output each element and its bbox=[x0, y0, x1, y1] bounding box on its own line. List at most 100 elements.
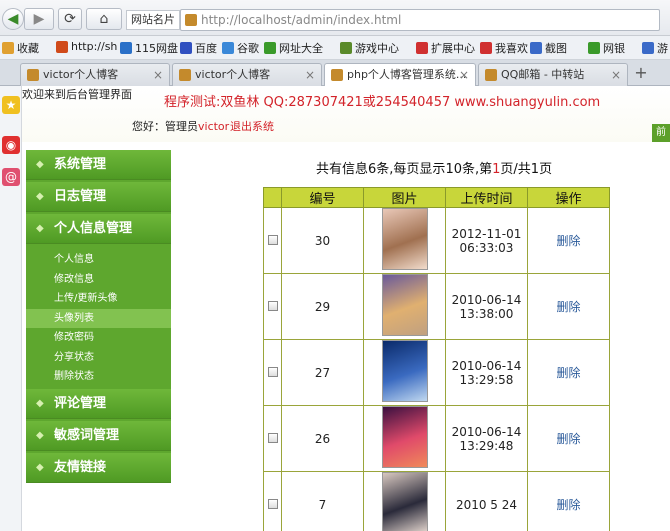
upload-time-clock: 13:29:58 bbox=[459, 372, 514, 387]
row-checkbox[interactable] bbox=[267, 234, 278, 245]
pager-text: 共有信息 bbox=[316, 162, 369, 177]
sidebar-sub-item[interactable]: 分享状态 bbox=[26, 348, 171, 367]
header-right-badge[interactable]: 前 bbox=[652, 124, 670, 142]
delete-link[interactable]: 删除 bbox=[556, 234, 580, 248]
pager-text: 条,第 bbox=[461, 162, 493, 177]
section-arrow-icon: ◆ bbox=[36, 223, 44, 234]
mail-at-icon[interactable]: @ bbox=[2, 168, 20, 186]
delete-link[interactable]: 删除 bbox=[556, 498, 580, 512]
bookmark-item[interactable]: 谷歌 bbox=[222, 40, 259, 56]
sidebar-section-header[interactable]: ◆ 系统管理 bbox=[26, 150, 171, 180]
table-row: 30 2012-11-01 06:33:03 删除 bbox=[263, 207, 610, 274]
site-name-dropdown[interactable]: 网站名片 bbox=[126, 10, 180, 30]
username: victor bbox=[198, 120, 230, 133]
tab-close-icon[interactable]: × bbox=[459, 64, 469, 86]
sidebar-sub-item[interactable]: 上传/更新头像 bbox=[26, 289, 171, 308]
row-action-cell: 删除 bbox=[527, 273, 610, 340]
back-button[interactable]: ◀ bbox=[2, 8, 24, 30]
tab-close-icon[interactable]: × bbox=[611, 64, 621, 86]
bookmark-item[interactable]: 我喜欢 bbox=[480, 40, 528, 56]
browser-tab[interactable]: QQ邮箱 - 中转站 × bbox=[478, 63, 628, 86]
delete-link[interactable]: 删除 bbox=[556, 366, 580, 380]
page-favicon-icon bbox=[185, 14, 197, 26]
tab-title: QQ邮箱 - 中转站 bbox=[501, 68, 585, 81]
table-header-row: 编号 图片 上传时间 操作 bbox=[263, 187, 610, 208]
bookmark-icon bbox=[480, 42, 492, 54]
bookmark-item[interactable]: 扩展中心 bbox=[416, 40, 475, 56]
bookmark-icon bbox=[222, 42, 234, 54]
tab-favicon-icon bbox=[485, 69, 497, 81]
delete-link[interactable]: 删除 bbox=[556, 300, 580, 314]
sidebar-section-header[interactable]: ◆ 评论管理 bbox=[26, 388, 171, 419]
sidebar-section-header[interactable]: ◆ 敏感词管理 bbox=[26, 420, 171, 451]
url-input[interactable]: http://localhost/admin/index.html bbox=[180, 9, 660, 31]
greeting: 您好：管理员victor bbox=[132, 118, 229, 134]
avatar-thumbnail[interactable] bbox=[381, 340, 428, 402]
avatar-thumbnail[interactable] bbox=[381, 472, 428, 531]
home-button[interactable]: ⌂ bbox=[86, 8, 122, 30]
bookmark-item[interactable]: 百度 bbox=[180, 40, 217, 56]
row-id: 29 bbox=[281, 273, 364, 340]
section-arrow-icon: ◆ bbox=[36, 429, 44, 441]
sidebar-sub-item[interactable]: 头像列表 bbox=[26, 308, 171, 328]
row-checkbox[interactable] bbox=[267, 300, 278, 311]
welcome-text: 欢迎来到后台管理界面 bbox=[22, 88, 132, 101]
site-name-label: 网站名片 bbox=[131, 13, 175, 26]
row-checkbox-cell bbox=[263, 273, 282, 340]
header-action: 操作 bbox=[527, 187, 610, 208]
bookmark-item[interactable]: 网址大全 bbox=[264, 40, 323, 56]
refresh-button[interactable]: ⟳ bbox=[58, 8, 82, 30]
sidebar-section-header[interactable]: ◆ 日志管理 bbox=[26, 182, 171, 212]
avatar-thumbnail[interactable] bbox=[381, 274, 428, 336]
tab-strip: + victor个人博客 × victor个人博客 × php个人博客管理系统... × Q… bbox=[0, 60, 670, 87]
avatar-thumbnail[interactable] bbox=[381, 208, 428, 270]
bookmark-label: 截图 bbox=[545, 42, 567, 55]
avatar-thumbnail[interactable] bbox=[381, 406, 428, 468]
bookmark-icon bbox=[642, 42, 654, 54]
sidebar-sub-item[interactable]: 修改信息 bbox=[26, 270, 171, 289]
header-id: 编号 bbox=[281, 187, 364, 208]
bookmark-label: 115网盘 bbox=[135, 42, 178, 55]
browser-tab[interactable]: victor个人博客 × bbox=[172, 63, 322, 86]
section-label: 评论管理 bbox=[54, 395, 107, 411]
logout-link[interactable]: 退出系统 bbox=[230, 118, 274, 134]
upload-time-date: 2010 5 24 bbox=[455, 497, 518, 512]
bookmark-item[interactable]: 115网盘 bbox=[120, 40, 178, 56]
bookmark-item[interactable]: 收藏 bbox=[2, 40, 39, 56]
sidebar-sub-item[interactable]: 个人信息 bbox=[26, 250, 171, 269]
bookmark-label: 谷歌 bbox=[237, 42, 259, 55]
browser-tab[interactable]: php个人博客管理系统... × bbox=[324, 63, 476, 87]
tab-close-icon[interactable]: × bbox=[305, 64, 315, 86]
forward-button[interactable]: ▶ bbox=[24, 8, 54, 30]
delete-link[interactable]: 删除 bbox=[556, 432, 580, 446]
favorites-star-icon[interactable]: ★ bbox=[2, 96, 20, 114]
row-checkbox-cell bbox=[263, 471, 282, 531]
bookmark-item[interactable]: http://sh bbox=[56, 40, 117, 53]
row-checkbox[interactable] bbox=[267, 432, 278, 443]
bookmark-item[interactable]: 游 bbox=[642, 40, 668, 56]
row-upload-time: 2010-06-14 13:38:00 bbox=[445, 273, 528, 340]
row-checkbox-cell bbox=[263, 339, 282, 406]
sidebar-sub-item[interactable]: 删除状态 bbox=[26, 367, 171, 386]
upload-time-date: 2010-06-14 bbox=[451, 292, 522, 307]
bookmark-item[interactable]: 游戏中心 bbox=[340, 40, 399, 56]
browser-side-strip: ★ ◉ @ bbox=[0, 86, 22, 531]
browser-tab[interactable]: victor个人博客 × bbox=[20, 63, 170, 86]
sidebar-section-header[interactable]: ◆ 个人信息管理 bbox=[26, 214, 171, 244]
row-image-cell bbox=[363, 207, 446, 274]
weibo-icon[interactable]: ◉ bbox=[2, 136, 20, 154]
table-row: 29 2010-06-14 13:38:00 删除 bbox=[263, 273, 610, 340]
admin-sidebar: ◆ 系统管理 ◆ 日志管理 ◆ 个人信息管理个人信息 修改信息 上传/更新头像 头像列表 修改密码… bbox=[26, 150, 171, 483]
row-action-cell: 删除 bbox=[527, 405, 610, 472]
bookmark-item[interactable]: 截图 bbox=[530, 40, 567, 56]
bookmark-icon bbox=[2, 42, 14, 54]
sidebar-sub-item[interactable]: 修改密码 bbox=[26, 328, 171, 347]
bookmark-item[interactable]: 网银 bbox=[588, 40, 625, 56]
new-tab-button[interactable]: + bbox=[630, 64, 652, 84]
sidebar-section-header[interactable]: ◆ 友情链接 bbox=[26, 452, 171, 483]
tab-close-icon[interactable]: × bbox=[153, 64, 163, 86]
upload-time-clock: 13:38:00 bbox=[459, 306, 514, 321]
row-checkbox[interactable] bbox=[267, 366, 278, 377]
pager-text: 页/共 bbox=[500, 162, 531, 177]
row-checkbox[interactable] bbox=[267, 498, 278, 509]
